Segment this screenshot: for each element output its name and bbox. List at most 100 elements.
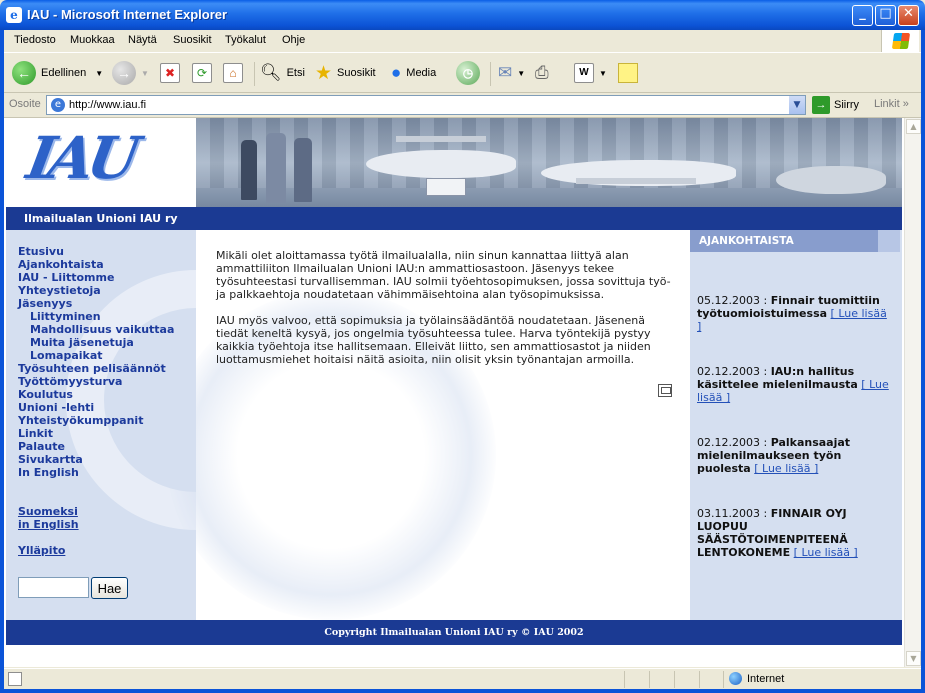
intro-paragraph-2: IAU myös valvoo, että sopimuksia ja työl… [216,314,651,366]
nav-yhteistyokumppanit[interactable]: Yhteistyökumppanit [18,414,174,427]
back-dropdown-icon[interactable]: ▼ [95,69,103,78]
internet-globe-icon [729,672,742,685]
zone-label: Internet [747,672,785,685]
news-item: 03.11.2003 : FINNAIR OYJ LUOPUU SÄÄSTÖTO… [697,507,858,559]
vertical-scrollbar[interactable]: ▲ ▼ [904,118,921,667]
aircraft-wing [576,178,696,184]
link-suomeksi[interactable]: Suomeksi [18,505,174,518]
link-in-english[interactable]: in English [18,518,174,531]
nav-in-english[interactable]: In English [18,466,174,479]
nav-sivukartta[interactable]: Sivukartta [18,453,174,466]
media-button[interactable]: ● Media [391,60,436,86]
history-icon: ◷ [456,61,480,85]
search-icon: 🔍︎ [260,63,282,82]
menu-help[interactable]: Ohje [282,34,305,46]
favorites-button[interactable]: ★ Suosikit [315,60,376,86]
nav-tyottomyysturva[interactable]: Työttömyysturva [18,375,174,388]
address-url[interactable]: http://www.iau.fi [69,99,146,111]
forward-button[interactable]: → ▼ [112,60,149,86]
print-page-icon[interactable] [658,384,672,397]
mail-dropdown-icon[interactable]: ▼ [517,69,525,78]
go-button[interactable]: → Siirry [812,96,859,114]
close-button[interactable]: ✕ [898,5,919,26]
ie-app-icon: e [6,7,22,23]
edit-dropdown-icon[interactable]: ▼ [599,69,607,78]
links-label: Linkit [874,98,900,110]
search-input[interactable] [18,577,89,598]
left-sidebar: Etusivu Ajankohtaista IAU - Liittomme Yh… [6,230,326,620]
read-more-link[interactable]: [ Lue lisää ] [794,546,858,559]
refresh-icon: ⟳ [192,63,212,83]
status-bar: Internet [4,668,921,689]
menu-file[interactable]: Tiedosto [14,34,56,46]
scroll-down-icon[interactable]: ▼ [906,651,921,666]
nav-jasenyys[interactable]: Jäsenyys [18,297,174,310]
forward-dropdown-icon[interactable]: ▼ [141,69,149,78]
address-field[interactable]: e http://www.iau.fi ▼ [46,95,806,115]
nav-mahdollisuus-vaikuttaa[interactable]: Mahdollisuus vaikuttaa [18,323,174,336]
news-date: 05.12.2003 [697,294,760,307]
nav-palaute[interactable]: Palaute [18,440,174,453]
nav-linkit[interactable]: Linkit [18,427,174,440]
menu-favorites[interactable]: Suosikit [173,34,212,46]
address-dropdown-icon[interactable]: ▼ [789,96,805,114]
nav-yhteystietoja[interactable]: Yhteystietoja [18,284,174,297]
maximize-button[interactable]: □ [875,5,896,26]
status-divider [649,671,650,688]
status-divider [624,671,625,688]
nav-liittyminen[interactable]: Liittyminen [18,310,174,323]
home-button[interactable]: ⌂ [223,60,243,86]
refresh-button[interactable]: ⟳ [192,60,212,86]
nav-tyosuhteen-pelisaannot[interactable]: Työsuhteen pelisäännöt [18,362,174,375]
favorites-label: Suosikit [337,67,376,79]
scroll-up-icon[interactable]: ▲ [906,119,921,134]
edit-button[interactable]: W ▼ [574,60,607,86]
mail-button[interactable]: ✉ ▼ [498,60,525,86]
go-arrow-icon: → [812,96,830,114]
page-status-icon [8,672,22,686]
address-bar: Osoite e http://www.iau.fi ▼ → Siirry Li… [4,93,921,118]
printer-icon: ⎙ [535,63,549,82]
window-frame-right [921,30,925,693]
search-submit-button[interactable]: Hae [91,577,128,599]
word-edit-icon: W [574,63,594,83]
main-nav: Etusivu Ajankohtaista IAU - Liittomme Yh… [18,245,174,557]
read-more-link[interactable]: [ Lue lisää ] [754,462,818,475]
windows-flag-icon [881,30,919,52]
org-name: Ilmailualan Unioni IAU ry [24,212,178,225]
star-icon: ★ [315,62,333,84]
iau-logo[interactable]: IAU [22,124,139,192]
nav-ajankohtaista[interactable]: Ajankohtaista [18,258,174,271]
nav-koulutus[interactable]: Koulutus [18,388,174,401]
menu-tools[interactable]: Työkalut [225,34,266,46]
nav-iau-liittomme[interactable]: IAU - Liittomme [18,271,174,284]
news-item: 05.12.2003 : Finnair tuomittiin työtuomi… [697,294,887,333]
print-button[interactable]: ⎙ [535,60,549,86]
link-yllapito[interactable]: Ylläpito [18,544,174,557]
nav-muita-jasenetuja[interactable]: Muita jäsenetuja [18,336,174,349]
menu-view[interactable]: Näytä [128,34,157,46]
security-zone: Internet [729,672,784,685]
search-button[interactable]: 🔍︎ Etsi [260,60,305,86]
nav-unioni-lehti[interactable]: Unioni -lehti [18,401,174,414]
page-viewport: IAU Ilmailualan Unioni IAU ry Etusivu Aj… [4,118,921,667]
links-button[interactable]: Linkit » [874,98,909,110]
intro-paragraph: Mikäli olet aloittamassa työtä ilmailual… [216,249,671,301]
ground-vehicle [426,178,466,196]
minimize-button[interactable]: _ [852,5,873,26]
stop-button[interactable]: ✖ [160,60,180,86]
aircraft-wing [396,136,486,142]
menu-edit[interactable]: Muokkaa [70,34,115,46]
back-button[interactable]: ← Edellinen ▼ [12,60,103,86]
site-search: Hae [18,577,128,599]
back-arrow-icon: ← [12,61,36,85]
status-divider [723,671,724,688]
discuss-button[interactable] [618,60,638,86]
person-silhouette [241,140,257,200]
news-panel: AJANKOHTAISTA 05.12.2003 : Finnair tuomi… [690,230,902,620]
nav-lomapaikat[interactable]: Lomapaikat [18,349,174,362]
history-button[interactable]: ◷ [456,60,480,86]
nav-etusivu[interactable]: Etusivu [18,245,174,258]
fighter-aircraft [776,166,886,194]
